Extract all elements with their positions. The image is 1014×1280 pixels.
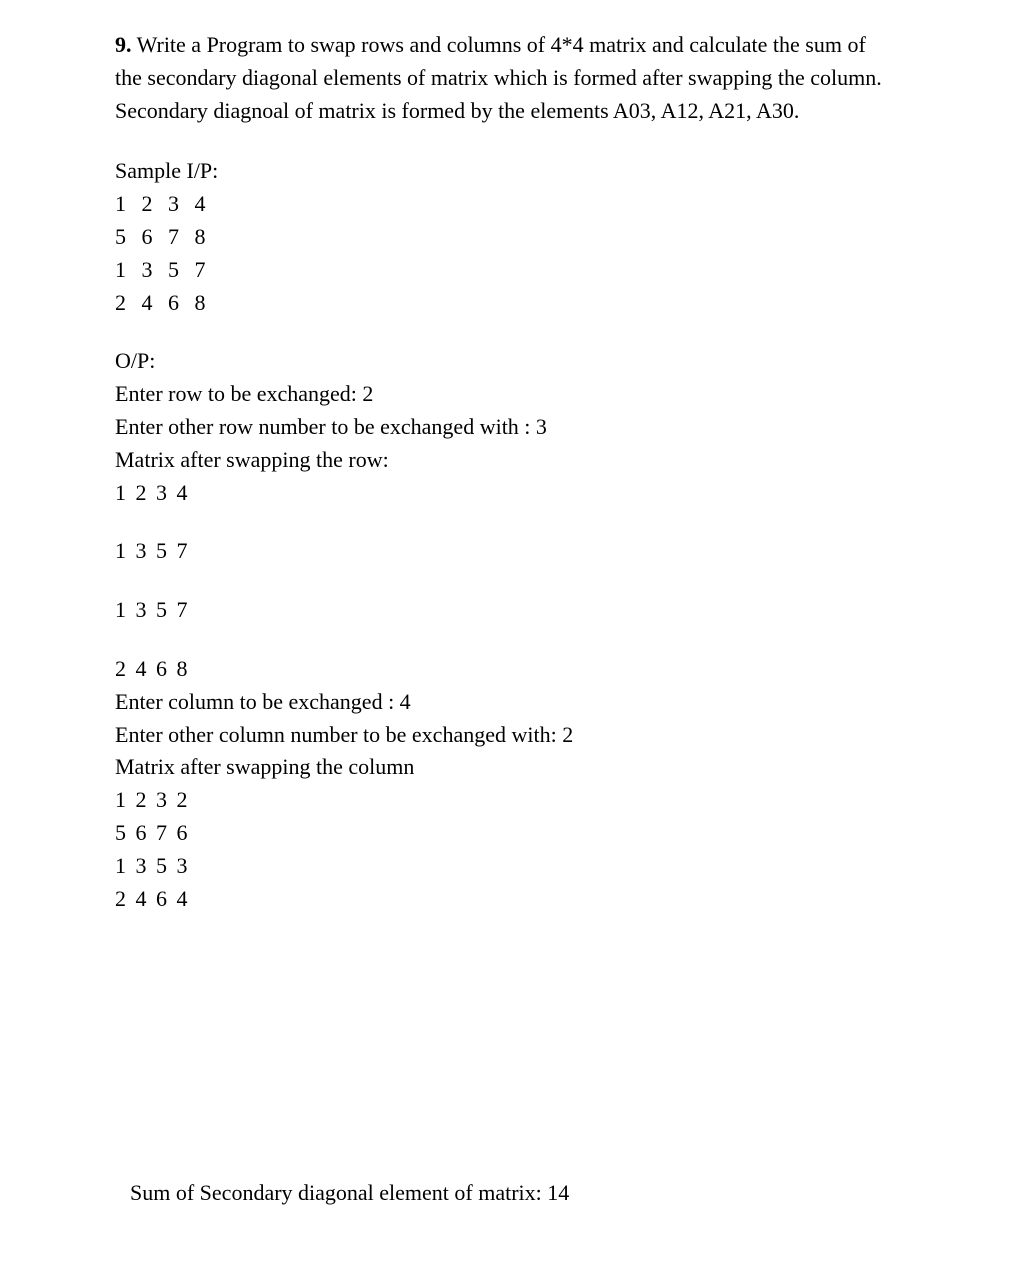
sample-ip-label: Sample I/P: [115, 156, 904, 187]
ip-row-3: 2 4 6 8 [115, 288, 904, 319]
col-matrix-3: 2 4 6 4 [115, 884, 904, 915]
ip-row-1: 5 6 7 8 [115, 222, 904, 253]
question-text-2: the secondary diagonal elements of matri… [115, 63, 904, 94]
op-label: O/P: [115, 346, 904, 377]
col-prompt-2: Enter other column number to be exchange… [115, 720, 904, 751]
col-matrix-2: 1 3 5 3 [115, 851, 904, 882]
col-matrix-0: 1 2 3 2 [115, 785, 904, 816]
col-matrix-1: 5 6 7 6 [115, 818, 904, 849]
row-matrix-0: 1 2 3 4 [115, 478, 904, 509]
col-prompt-1: Enter column to be exchanged : 4 [115, 687, 904, 718]
question-line-1: 9. Write a Program to swap rows and colu… [115, 30, 904, 61]
row-matrix-2: 1 3 5 7 [115, 595, 904, 626]
row-matrix-3: 2 4 6 8 [115, 654, 904, 685]
ip-row-0: 1 2 3 4 [115, 189, 904, 220]
sum-line: Sum of Secondary diagonal element of mat… [130, 1178, 569, 1209]
question-text-1: Write a Program to swap rows and columns… [137, 32, 866, 57]
ip-row-2: 1 3 5 7 [115, 255, 904, 286]
after-col-label: Matrix after swapping the column [115, 752, 904, 783]
question-block: 9. Write a Program to swap rows and colu… [115, 30, 904, 126]
output-block: O/P: Enter row to be exchanged: 2 Enter … [115, 346, 904, 914]
after-row-label: Matrix after swapping the row: [115, 445, 904, 476]
question-number: 9. [115, 32, 132, 57]
row-matrix-1: 1 3 5 7 [115, 536, 904, 567]
question-text-3: Secondary diagnoal of matrix is formed b… [115, 96, 904, 127]
row-prompt-2: Enter other row number to be exchanged w… [115, 412, 904, 443]
sample-input-block: Sample I/P: 1 2 3 4 5 6 7 8 1 3 5 7 2 4 … [115, 156, 904, 318]
row-prompt-1: Enter row to be exchanged: 2 [115, 379, 904, 410]
